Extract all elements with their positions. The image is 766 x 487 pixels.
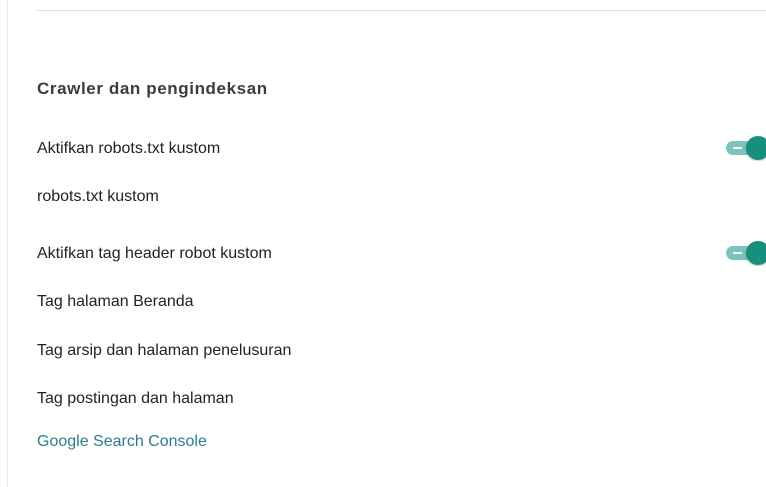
google-search-console-link[interactable]: Google Search Console (37, 431, 207, 453)
archive-search-tags-setting[interactable]: Tag arsip dan halaman penelusuran (37, 340, 291, 362)
section-divider (37, 10, 766, 11)
panel-left-border (7, 0, 8, 487)
toggle-on-mark-icon (733, 252, 742, 254)
home-page-tags-setting[interactable]: Tag halaman Beranda (37, 291, 194, 313)
settings-page: Crawler dan pengindeksan Aktifkan robots… (0, 0, 766, 487)
toggle-knob (746, 241, 766, 265)
enable-custom-robot-header-tags-toggle[interactable] (726, 240, 766, 266)
custom-robots-txt-setting[interactable]: robots.txt kustom (37, 186, 159, 208)
enable-custom-robot-header-tags-label[interactable]: Aktifkan tag header robot kustom (37, 243, 272, 265)
section-title: Crawler dan pengindeksan (37, 79, 268, 98)
enable-custom-robots-txt-label[interactable]: Aktifkan robots.txt kustom (37, 138, 220, 160)
toggle-knob (746, 136, 766, 160)
toggle-on-mark-icon (733, 147, 742, 149)
post-page-tags-setting[interactable]: Tag postingan dan halaman (37, 388, 234, 410)
enable-custom-robots-txt-toggle[interactable] (726, 135, 766, 161)
